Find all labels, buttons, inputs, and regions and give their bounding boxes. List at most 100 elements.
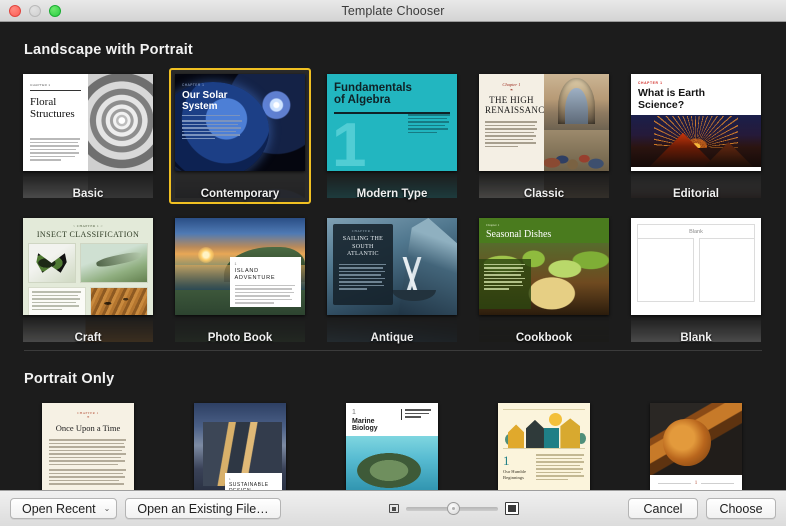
thumbnail-wrap: CHAPTER 1 SAILING THE SOUTH ATLANTIC <box>327 218 457 342</box>
thumbnail-wrap: CHAPTER 1 What is Earth Science? <box>631 74 761 198</box>
template-thumbnail-editorial: CHAPTER 1 What is Earth Science? <box>631 74 761 171</box>
template-antique[interactable]: CHAPTER 1 SAILING THE SOUTH ATLANTIC Ant… <box>322 212 462 344</box>
template-frame: Blank <box>625 212 767 348</box>
thumbnail-wrap: Blank <box>631 218 761 342</box>
template-thumbnail-basic: CHAPTER 1 Floral Structures <box>23 74 153 171</box>
section-divider <box>24 350 762 351</box>
template-modern-type[interactable]: 1 Fundamentals of Algebra Modern Type <box>322 68 462 200</box>
thumb-eyebrow: CHAPTER 1 <box>30 83 51 87</box>
open-recent-popup-button[interactable]: Open Recent ⌄ <box>10 498 118 519</box>
template-label: Cookbook <box>515 332 573 344</box>
thumb-title: What is Earth Science? <box>638 87 706 111</box>
cancel-button[interactable]: Cancel <box>628 498 698 519</box>
thumb-title: Our Solar System <box>182 90 228 112</box>
template-basic[interactable]: CHAPTER 1 Floral Structures Basic <box>18 68 158 200</box>
template-thumbnail-marine-biology: 1 Marine Biology <box>346 403 438 490</box>
choose-label: Choose <box>719 501 763 516</box>
template-row: ~ CHAPTER 1 ~ INSECT CLASSIFICATION Craf… <box>18 212 768 344</box>
template-gallery: Landscape with Portrait CHAPTER 1 Floral… <box>0 22 786 490</box>
template-frame: 1 Fundamentals of Algebra <box>321 68 463 204</box>
slider-thumb[interactable] <box>446 501 460 515</box>
template-thumbnail-classic: Chapter 1 ❧ THE HIGH RENAISSANCE <box>479 74 609 171</box>
thumb-chapter: Chapter 1 <box>486 223 500 227</box>
open-existing-file-label: Open an Existing File… <box>137 501 269 516</box>
thumbnail-wrap: CHAPTER 1 Floral Structures <box>23 74 153 198</box>
template-marine-biology[interactable]: 1 Marine Biology <box>322 397 462 490</box>
thumb-title: ISLAND ADVENTURE <box>234 267 276 281</box>
thumbnail-wrap: CHAPTER 1 Our Solar System <box>175 74 305 198</box>
template-label: Antique <box>370 332 414 344</box>
thumb-title: Fundamentals of Algebra <box>334 82 412 106</box>
window-titlebar: Template Chooser <box>0 0 786 22</box>
template-frame: Chapter 1 Seasonal Dishes <box>473 212 615 348</box>
open-existing-file-button[interactable]: Open an Existing File… <box>125 498 281 519</box>
thumb-quote <box>400 409 432 420</box>
thumb-title: SAILING THE SOUTH ATLANTIC <box>342 236 384 257</box>
thumb-number: 1 <box>694 481 698 486</box>
thumb-title: Marine Biology <box>352 418 378 432</box>
thumb-eyebrow: CHAPTER 1 <box>638 81 663 85</box>
thumb-eyebrow: CHAPTER 1 <box>182 83 205 87</box>
chevron-down-icon: ⌄ <box>103 504 111 513</box>
thumbnail-wrap: 1 Fundamentals of Algebra <box>327 74 457 198</box>
template-label: Craft <box>74 332 102 344</box>
thumbnail-size-slider[interactable] <box>406 501 499 515</box>
template-thumbnail-modern-type: 1 Fundamentals of Algebra <box>327 74 457 171</box>
thumb-title: Our Humble Beginnings <box>503 469 527 480</box>
thumb-number: 1 <box>352 409 356 416</box>
template-thumbnail-contemporary: CHAPTER 1 Our Solar System <box>175 74 305 171</box>
template-once-upon-a-time[interactable]: CHAPTER 1 ❧ Once Upon a Time <box>18 397 158 490</box>
template-frame: 1 LIFE ON THE ROAD <box>644 397 748 490</box>
template-sustainable-design[interactable]: 1 SUSTAINABLE DESIGN <box>170 397 310 490</box>
template-life-on-the-road[interactable]: 1 LIFE ON THE ROAD <box>626 397 766 490</box>
choose-button[interactable]: Choose <box>706 498 776 519</box>
thumb-title: Floral Structures <box>30 96 75 120</box>
template-frame: 1 Our Humble Beginnings <box>492 397 596 490</box>
section-title-landscape: Landscape with Portrait <box>24 42 193 58</box>
thumb-title: INSECT CLASSIFICATION <box>36 230 140 239</box>
template-our-humble-beginnings[interactable]: 1 Our Humble Beginnings <box>474 397 614 490</box>
section-title-portrait: Portrait Only <box>24 371 115 387</box>
template-frame: CHAPTER 1 Our Solar System <box>169 68 311 204</box>
template-label: Photo Book <box>207 332 273 344</box>
small-thumbnail-icon[interactable] <box>389 504 400 513</box>
template-contemporary[interactable]: CHAPTER 1 Our Solar System Contemporary <box>169 68 311 204</box>
template-classic[interactable]: Chapter 1 ❧ THE HIGH RENAISSANCE Classic <box>474 68 614 200</box>
thumb-chapter: ~ CHAPTER 1 ~ <box>73 224 103 228</box>
window-title: Template Chooser <box>341 3 445 18</box>
template-editorial[interactable]: CHAPTER 1 What is Earth Science? Editori… <box>626 68 766 200</box>
thumbnail-size-slider-group <box>389 501 520 515</box>
template-chooser-window: Template Chooser Landscape with Portrait… <box>0 0 786 526</box>
template-label: Basic <box>72 188 104 200</box>
template-frame: CHAPTER 1 What is Earth Science? <box>625 68 767 204</box>
template-frame: 1 Marine Biology <box>340 397 444 490</box>
thumb-title: THE HIGH RENAISSANCE <box>485 95 544 115</box>
template-cookbook[interactable]: Chapter 1 Seasonal Dishes Cookbook <box>474 212 614 344</box>
template-photo-book[interactable]: 1 ISLAND ADVENTURE Photo Book <box>170 212 310 344</box>
template-label: Editorial <box>672 188 719 200</box>
cancel-label: Cancel <box>643 501 683 516</box>
template-thumbnail-sustainable-design: 1 SUSTAINABLE DESIGN <box>194 403 286 490</box>
template-thumbnail-once-upon-a-time: CHAPTER 1 ❧ Once Upon a Time <box>42 403 134 490</box>
template-thumbnail-life-on-the-road: 1 LIFE ON THE ROAD <box>650 403 742 490</box>
template-thumbnail-our-humble-beginnings: 1 Our Humble Beginnings <box>498 403 590 490</box>
large-thumbnail-icon[interactable] <box>505 502 520 515</box>
thumb-title: LIFE ON THE ROAD <box>658 489 734 490</box>
thumb-title: Seasonal Dishes <box>486 229 552 240</box>
template-thumbnail-blank: Blank <box>631 218 761 315</box>
template-frame: CHAPTER 1 ❧ Once Upon a Time <box>36 397 140 490</box>
thumb-number: 1 <box>234 261 237 266</box>
thumb-chapter: CHAPTER 1 <box>351 229 375 233</box>
template-craft[interactable]: ~ CHAPTER 1 ~ INSECT CLASSIFICATION Craf… <box>18 212 158 344</box>
template-frame: Chapter 1 ❧ THE HIGH RENAISSANCE <box>473 68 615 204</box>
thumbnail-wrap: 1 ISLAND ADVENTURE <box>175 218 305 342</box>
thumbnail-wrap: Chapter 1 Seasonal Dishes <box>479 218 609 342</box>
template-thumbnail-antique: CHAPTER 1 SAILING THE SOUTH ATLANTIC <box>327 218 457 315</box>
template-frame: CHAPTER 1 SAILING THE SOUTH ATLANTIC <box>321 212 463 348</box>
thumb-number: 1 <box>228 477 231 482</box>
template-frame: ~ CHAPTER 1 ~ INSECT CLASSIFICATION <box>17 212 159 348</box>
template-frame: CHAPTER 1 Floral Structures <box>17 68 159 204</box>
dialog-actions: Cancel Choose <box>628 498 776 519</box>
thumb-title: Blank <box>637 224 755 238</box>
template-blank[interactable]: Blank Blank <box>626 212 766 344</box>
